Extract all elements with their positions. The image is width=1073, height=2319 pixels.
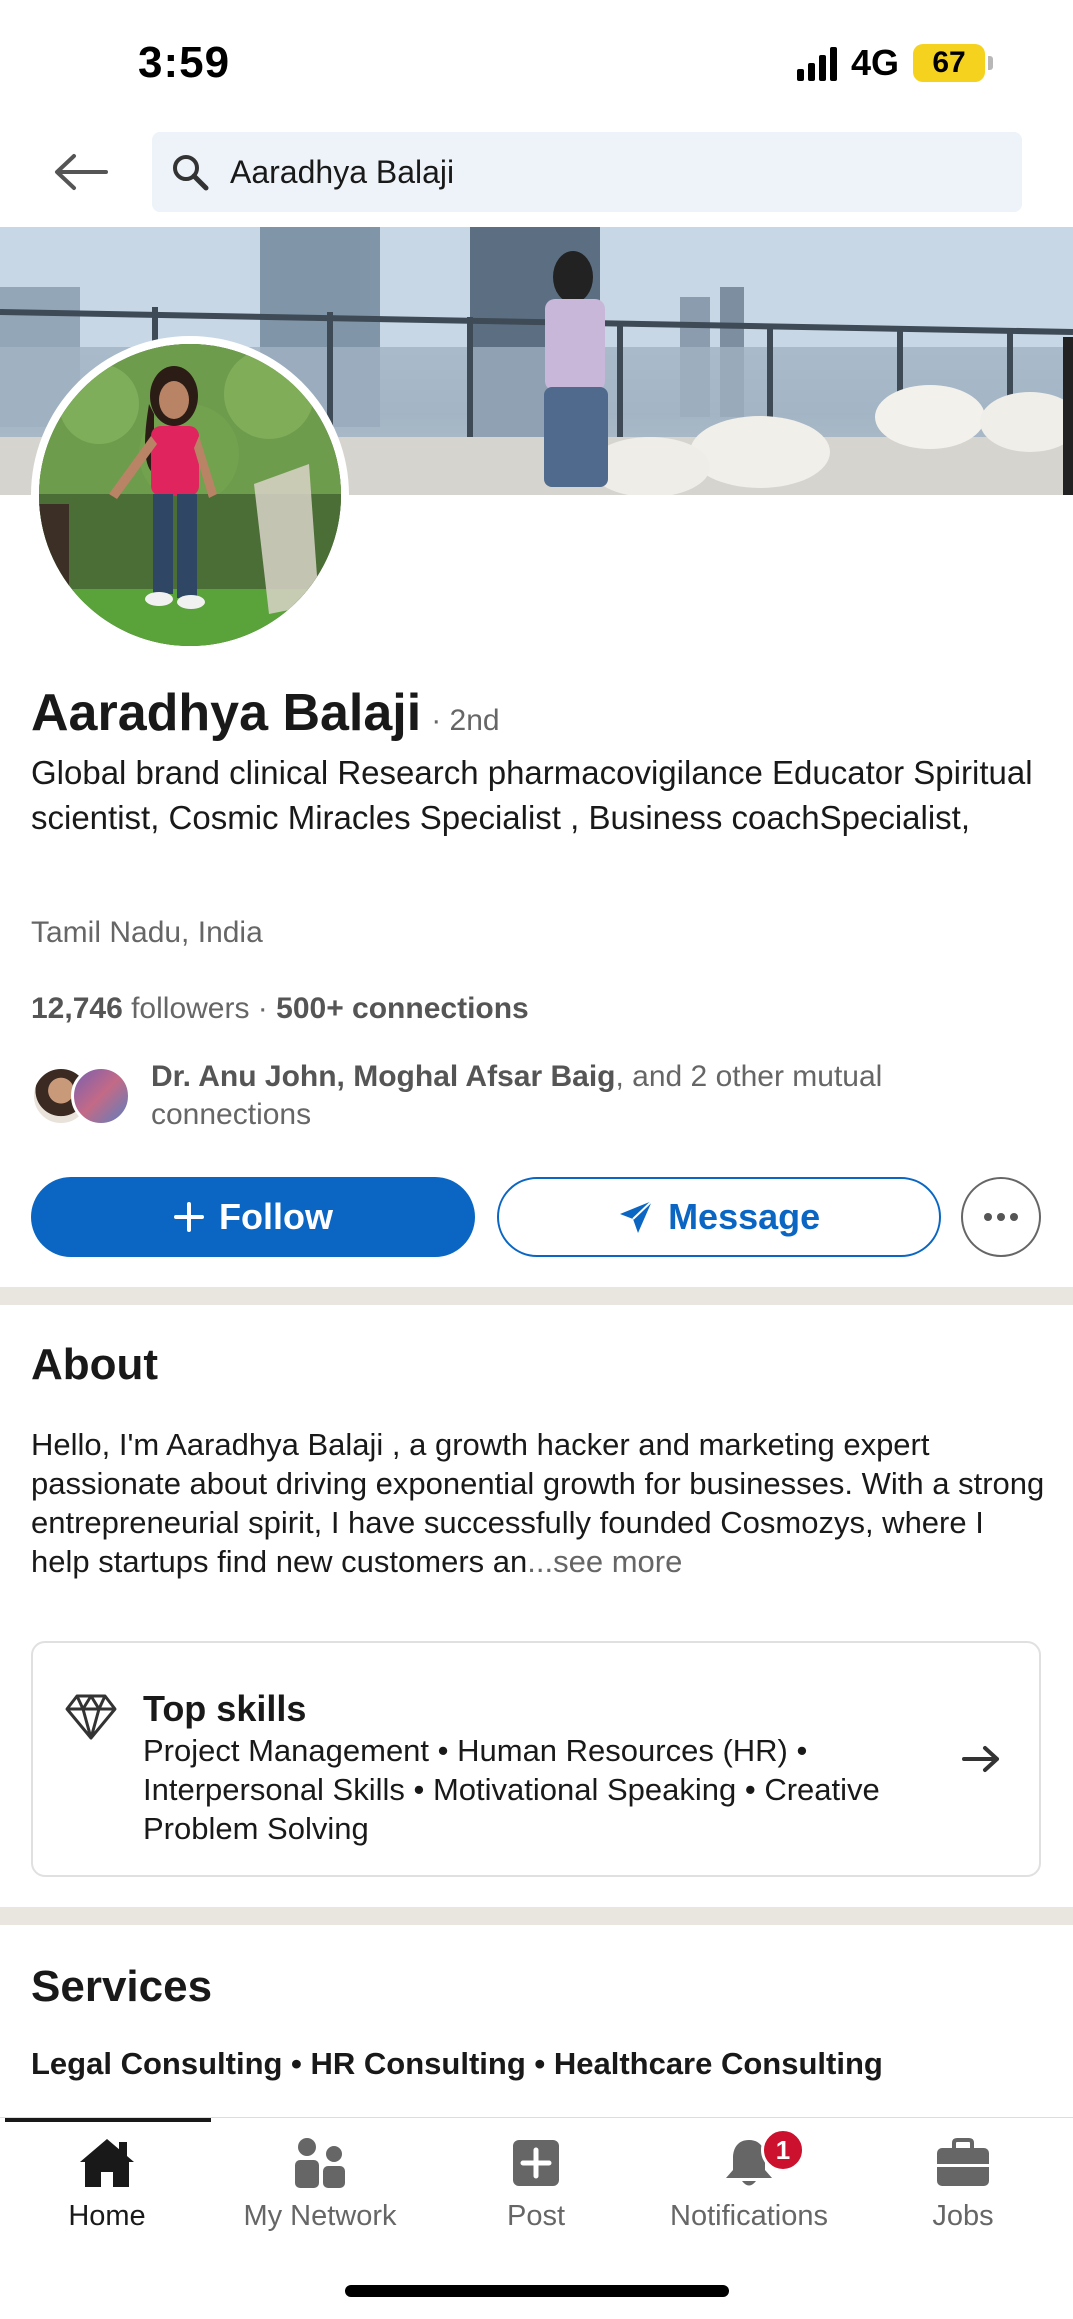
nav-notifications-label: Notifications <box>670 2200 828 2232</box>
more-dots-icon <box>984 1213 1019 1221</box>
home-indicator[interactable] <box>345 2285 729 2297</box>
search-icon <box>168 150 212 194</box>
followers-label: followers · <box>122 992 277 1025</box>
notification-badge: 1 <box>761 2128 805 2172</box>
more-options-button[interactable] <box>961 1177 1041 1257</box>
about-text[interactable]: Hello, I'm Aaradhya Balaji , a growth ha… <box>31 1425 1051 1581</box>
active-tab-indicator <box>5 2118 211 2122</box>
services-title: Services <box>31 1962 213 2011</box>
see-more-link[interactable]: ...see more <box>527 1544 682 1579</box>
status-bar: 3:59 4G 67 <box>0 0 1073 120</box>
search-input[interactable]: Aaradhya Balaji <box>152 132 1022 212</box>
network-label: 4G <box>850 42 899 83</box>
status-indicators: 4G 67 <box>796 42 993 84</box>
mutual-names: Dr. Anu John, Moghal Afsar Baig <box>151 1060 616 1093</box>
nav-my-network-label: My Network <box>243 2200 397 2232</box>
mutual-avatars <box>31 1066 141 1126</box>
profile-headline: Global brand clinical Research pharmacov… <box>31 754 1033 836</box>
nav-jobs-label: Jobs <box>932 2200 994 2232</box>
battery-level: 67 <box>913 44 985 82</box>
profile-stats: 12,746 followers · 500+ connections <box>31 992 529 1026</box>
top-skills-title: Top skills <box>143 1688 307 1729</box>
profile-name: Aaradhya Balaji <box>31 684 422 742</box>
send-icon <box>618 1199 654 1235</box>
nav-notifications[interactable]: 1 Notifications <box>649 2128 849 2233</box>
profile-actions: Follow Message <box>31 1177 1041 1257</box>
top-skills-card[interactable]: Top skills Project Management • Human Re… <box>31 1641 1041 1877</box>
battery-icon: 67 <box>913 44 993 82</box>
section-divider <box>0 1287 1073 1305</box>
back-button[interactable] <box>50 146 110 198</box>
network-icon <box>295 2138 345 2188</box>
about-title: About <box>31 1340 159 1389</box>
profile-name-row: Aaradhya Balaji · 2nd <box>31 683 500 743</box>
top-skills-list: Project Management • Human Resources (HR… <box>143 1733 880 1846</box>
status-time: 3:59 <box>138 38 231 87</box>
follow-button[interactable]: Follow <box>31 1177 476 1257</box>
services-list[interactable]: Legal Consulting • HR Consulting • Healt… <box>31 2046 883 2082</box>
followers-count[interactable]: 12,746 <box>31 992 123 1025</box>
profile-photo[interactable] <box>31 336 349 654</box>
profile-photo-image <box>39 344 341 646</box>
search-header: Aaradhya Balaji <box>0 130 1073 216</box>
nav-home[interactable]: Home <box>7 2130 207 2233</box>
connections-count[interactable]: 500+ connections <box>276 992 529 1025</box>
message-button[interactable]: Message <box>497 1177 942 1257</box>
arrow-right-icon <box>962 1746 999 1772</box>
briefcase-icon <box>937 2138 989 2186</box>
mutual-connections-text: Dr. Anu John, Moghal Afsar Baig, and 2 o… <box>151 1058 1041 1134</box>
nav-home-label: Home <box>68 2200 146 2232</box>
section-divider <box>0 1907 1073 1925</box>
search-query: Aaradhya Balaji <box>230 153 455 190</box>
follow-label: Follow <box>219 1196 334 1237</box>
profile-location: Tamil Nadu, India <box>31 916 263 949</box>
post-icon <box>513 2140 559 2186</box>
back-arrow-icon <box>55 154 108 190</box>
signal-icon <box>796 45 837 81</box>
message-label: Message <box>668 1196 821 1237</box>
connection-degree: · 2nd <box>431 704 500 737</box>
diamond-icon <box>65 1694 117 1740</box>
mutual-connections[interactable]: Dr. Anu John, Moghal Afsar Baig, and 2 o… <box>31 1058 1041 1134</box>
mutual-avatar-2 <box>71 1066 131 1126</box>
nav-post-label: Post <box>506 2200 566 2232</box>
nav-jobs[interactable]: Jobs <box>863 2130 1063 2233</box>
plus-icon <box>173 1201 205 1233</box>
nav-my-network[interactable]: My Network <box>220 2130 420 2233</box>
home-icon <box>80 2139 134 2187</box>
nav-post[interactable]: Post <box>436 2130 636 2233</box>
